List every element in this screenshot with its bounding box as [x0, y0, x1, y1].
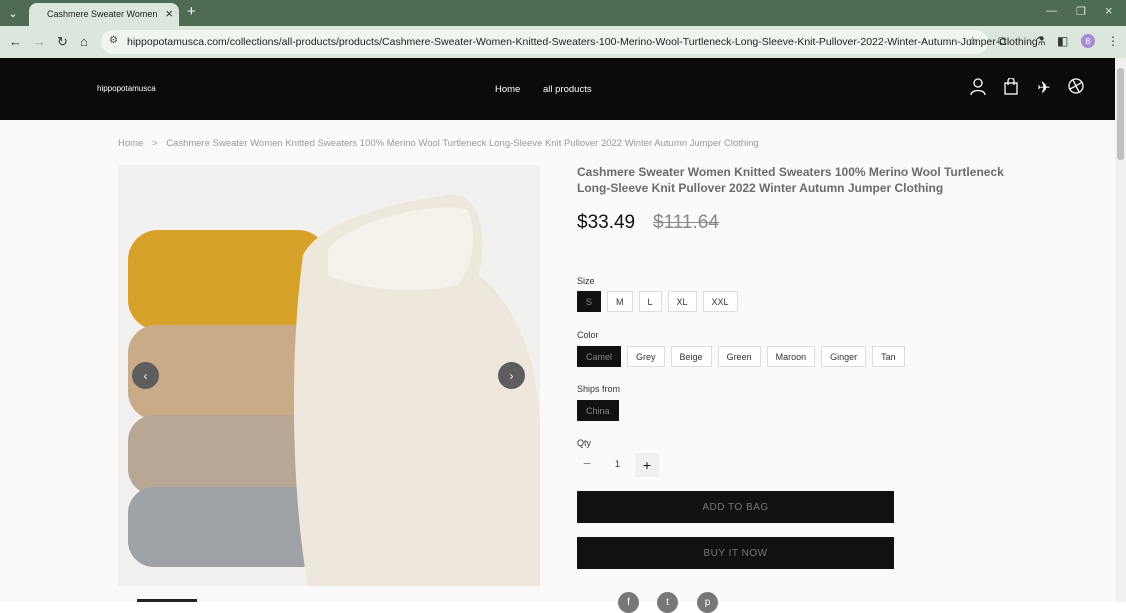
- compare-price: $111.64: [653, 212, 719, 233]
- breadcrumb-current: Cashmere Sweater Women Knitted Sweaters …: [166, 138, 759, 149]
- size-option[interactable]: L: [638, 291, 662, 312]
- size-label: Size: [577, 276, 595, 286]
- size-option[interactable]: S: [577, 291, 602, 312]
- quantity-value[interactable]: 1: [615, 459, 620, 469]
- home-icon[interactable]: ⌂: [80, 34, 88, 49]
- qty-label: Qty: [577, 438, 592, 448]
- nav-all-products[interactable]: all products: [543, 84, 592, 95]
- back-icon[interactable]: ←: [9, 34, 22, 49]
- color-option[interactable]: Ginger: [821, 346, 867, 367]
- color-option[interactable]: Tan: [872, 346, 905, 367]
- labs-icon[interactable]: ⚗: [1035, 34, 1046, 48]
- scrollbar-thumb[interactable]: [1117, 68, 1124, 160]
- color-option[interactable]: Camel: [577, 346, 622, 367]
- product-price: $33.49: [577, 212, 636, 233]
- buy-it-now-button[interactable]: BUY IT NOW: [577, 537, 894, 569]
- size-options: S M L XL XXL: [577, 291, 738, 312]
- user-icon[interactable]: [969, 78, 987, 101]
- twitter-icon[interactable]: t: [657, 592, 678, 613]
- ships-from-options: China: [577, 400, 619, 421]
- breadcrumb-separator: >: [151, 138, 158, 149]
- color-label: Color: [577, 330, 599, 340]
- color-option[interactable]: Grey: [627, 346, 665, 367]
- plus-icon[interactable]: +: [635, 453, 659, 477]
- site-header: hippopotamusca Home all products ✈: [0, 58, 1115, 120]
- breadcrumb-home[interactable]: Home: [118, 138, 143, 149]
- airplane-icon[interactable]: ✈: [1035, 78, 1053, 98]
- sweater-photo: [118, 165, 540, 586]
- ships-from-label: Ships from: [577, 384, 621, 394]
- minimize-icon[interactable]: —: [1046, 5, 1057, 17]
- bookmark-star-icon[interactable]: ☆: [967, 34, 978, 48]
- product-page: Home > Cashmere Sweater Women Knitted Sw…: [0, 120, 1115, 613]
- browser-toolbar: ← → ↻ ⌂ ⚙ hippopotamusca.com/collections…: [0, 26, 1126, 58]
- tab-title: Cashmere Sweater Women Knit: [47, 9, 157, 19]
- prev-image-icon[interactable]: ‹: [132, 362, 159, 389]
- size-option[interactable]: XL: [667, 291, 697, 312]
- url-text[interactable]: hippopotamusca.com/collections/all-produ…: [127, 36, 1038, 48]
- breadcrumb: Home > Cashmere Sweater Women Knitted Sw…: [118, 138, 759, 149]
- product-title: Cashmere Sweater Women Knitted Sweaters …: [577, 165, 1004, 195]
- extensions-icon[interactable]: ⧉: [998, 34, 1007, 49]
- globe-icon[interactable]: [1067, 78, 1085, 99]
- browser-tab-strip: ⌄ Cashmere Sweater Women Knit × + — ❐ ×: [0, 0, 1126, 26]
- restore-icon[interactable]: ❐: [1076, 5, 1086, 18]
- ships-from-option[interactable]: China: [577, 400, 619, 421]
- next-image-icon[interactable]: ›: [498, 362, 525, 389]
- profile-avatar[interactable]: B: [1081, 34, 1095, 48]
- tab-close-icon[interactable]: ×: [165, 6, 173, 21]
- address-bar[interactable]: ⚙ hippopotamusca.com/collections/all-pro…: [101, 30, 1038, 54]
- size-option[interactable]: M: [607, 291, 633, 312]
- color-options: Camel Grey Beige Green Maroon Ginger Tan: [577, 346, 905, 367]
- facebook-icon[interactable]: f: [618, 592, 639, 613]
- color-option[interactable]: Green: [717, 346, 761, 367]
- side-panel-icon[interactable]: ◧: [1057, 34, 1068, 48]
- close-window-icon[interactable]: ×: [1105, 3, 1113, 18]
- menu-icon[interactable]: ⋮: [1107, 34, 1119, 48]
- add-to-bag-button[interactable]: ADD TO BAG: [577, 491, 894, 523]
- minus-icon[interactable]: −: [583, 455, 591, 471]
- browser-tab[interactable]: Cashmere Sweater Women Knit ×: [29, 3, 179, 26]
- shopping-bag-icon[interactable]: [1002, 77, 1020, 100]
- quantity-stepper: − 1 +: [577, 453, 659, 477]
- color-option[interactable]: Beige: [670, 346, 712, 367]
- site-logo[interactable]: hippopotamusca: [97, 84, 156, 93]
- size-option[interactable]: XXL: [702, 291, 738, 312]
- color-option[interactable]: Maroon: [766, 346, 816, 367]
- site-info-icon[interactable]: ⚙: [109, 35, 118, 46]
- new-tab-icon[interactable]: +: [187, 3, 196, 20]
- tab-search-icon[interactable]: ⌄: [4, 4, 22, 22]
- pinterest-icon[interactable]: p: [697, 592, 718, 613]
- product-image[interactable]: ‹ ›: [118, 165, 540, 586]
- forward-icon[interactable]: →: [33, 34, 46, 49]
- nav-home[interactable]: Home: [495, 84, 520, 95]
- reload-icon[interactable]: ↻: [57, 34, 68, 50]
